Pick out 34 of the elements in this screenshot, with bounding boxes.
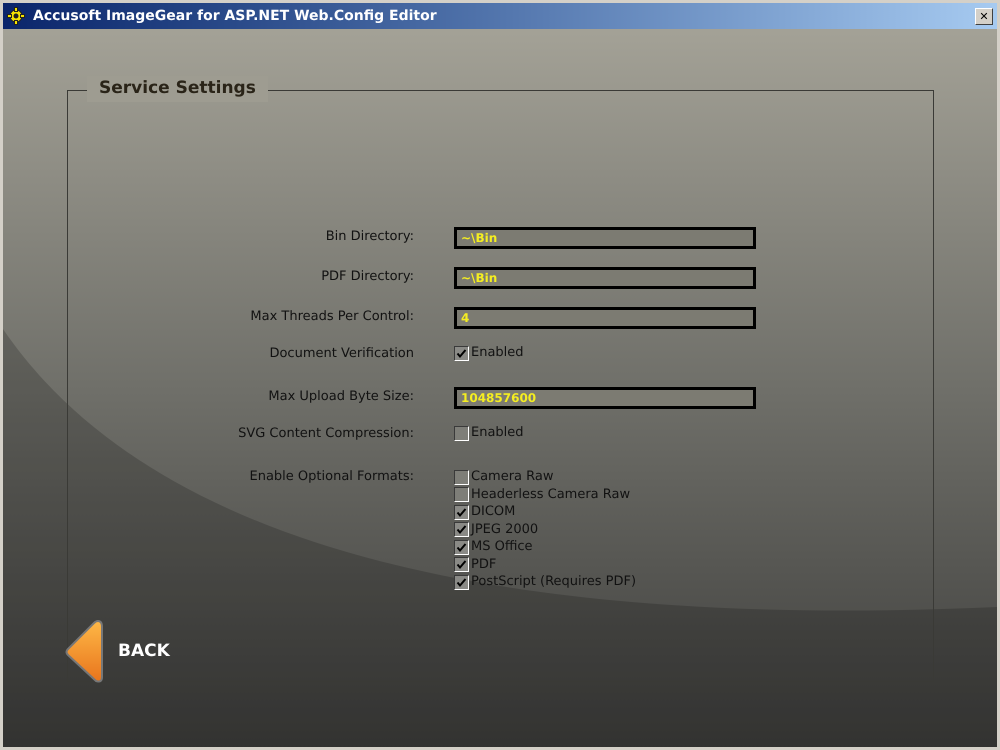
checkbox[interactable] bbox=[454, 540, 469, 554]
left-arrow-icon bbox=[64, 619, 104, 685]
checkbox[interactable] bbox=[454, 470, 469, 484]
checkbox-label: JPEG 2000 bbox=[471, 522, 538, 538]
checkbox-label: DICOM bbox=[471, 504, 516, 520]
checkbox[interactable] bbox=[454, 522, 469, 537]
setting-label: Bin Directory: bbox=[324, 228, 414, 246]
input-field[interactable]: 104857600 bbox=[454, 387, 756, 409]
checkbox-label: Camera Raw bbox=[471, 469, 554, 485]
checkbox[interactable] bbox=[454, 557, 469, 572]
setting-label: Max Threads Per Control: bbox=[249, 308, 414, 326]
checkbox[interactable] bbox=[454, 504, 469, 520]
checkbox[interactable] bbox=[454, 574, 469, 590]
checkbox-label: Headerless Camera Raw bbox=[471, 486, 630, 502]
setting-label: Document Verification bbox=[268, 345, 414, 363]
checkbox-label: Enabled bbox=[471, 425, 524, 441]
checkbox[interactable] bbox=[454, 346, 469, 360]
checkbox[interactable] bbox=[454, 487, 469, 502]
setting-label: PDF Directory: bbox=[320, 268, 414, 286]
input-field[interactable]: ~\Bin bbox=[454, 227, 756, 249]
close-button[interactable]: ✕ bbox=[975, 8, 993, 24]
checkbox[interactable] bbox=[454, 426, 469, 440]
checkbox-label: Enabled bbox=[471, 345, 524, 361]
checkbox-label: PostScript (Requires PDF) bbox=[471, 574, 636, 590]
window-title: Accusoft ImageGear for ASP.NET Web.Config Editor bbox=[33, 6, 437, 26]
input-field[interactable]: 4 bbox=[454, 307, 756, 329]
setting-label: Max Upload Byte Size: bbox=[267, 388, 414, 406]
back-button[interactable]: BACK bbox=[64, 619, 170, 685]
gear-icon bbox=[7, 7, 25, 25]
setting-label: SVG Content Compression: bbox=[237, 425, 414, 443]
setting-label: Enable Optional Formats: bbox=[248, 468, 414, 486]
checkbox-label: PDF bbox=[471, 556, 496, 572]
input-field[interactable]: ~\Bin bbox=[454, 267, 756, 289]
checkbox-label: MS Office bbox=[471, 539, 533, 555]
